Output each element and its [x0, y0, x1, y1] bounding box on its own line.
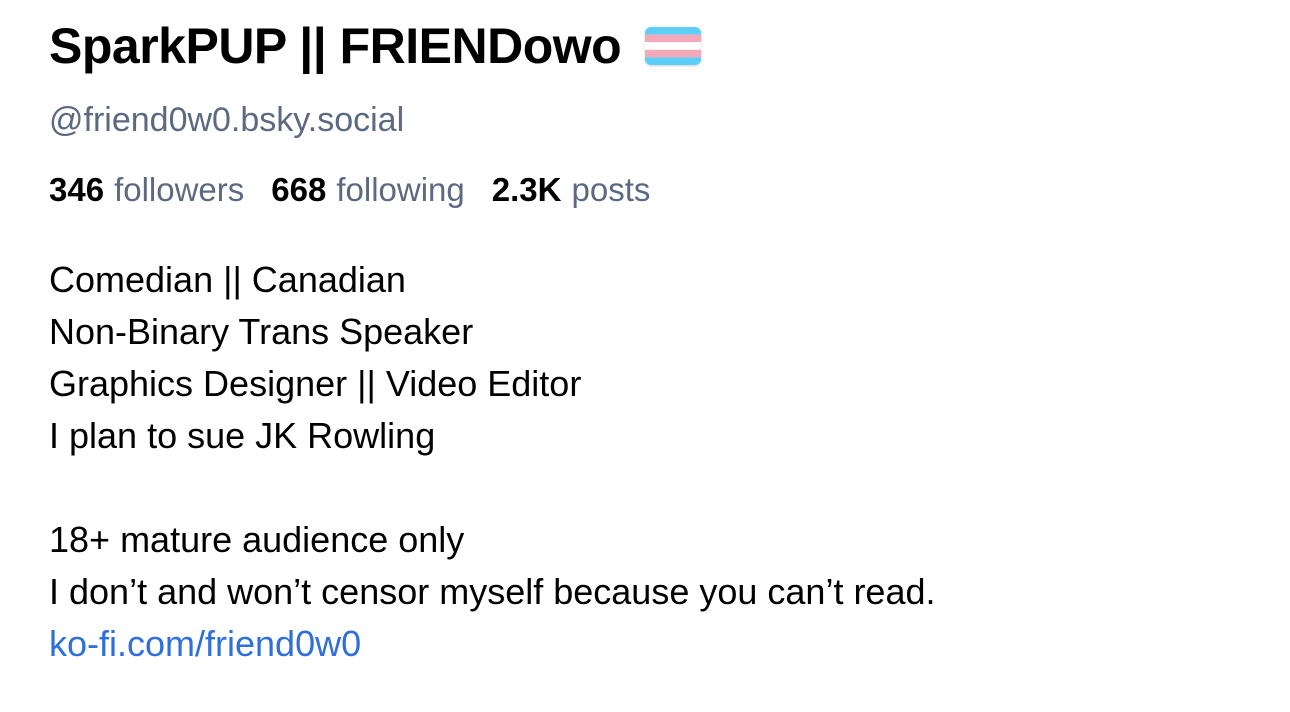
flag-stripe-pink-top	[645, 34, 702, 43]
bio-line: I plan to sue JK Rowling	[49, 415, 436, 456]
followers-stat[interactable]: 346 followers	[49, 169, 244, 211]
bio-line: Graphics Designer || Video Editor	[49, 363, 582, 404]
display-name-row: SparkPUP || FRIENDowo	[49, 14, 702, 78]
bio-line: Comedian || Canadian	[49, 259, 406, 300]
bio-line: Non-Binary Trans Speaker	[49, 311, 474, 352]
following-stat[interactable]: 668 following	[271, 169, 464, 211]
profile-bio: Comedian || Canadian Non-Binary Trans Sp…	[49, 254, 936, 670]
posts-label: posts	[571, 171, 651, 208]
flag-stripe-blue-bottom	[645, 57, 702, 65]
display-name: SparkPUP || FRIENDowo	[49, 18, 622, 74]
flag-stripe-white	[645, 42, 702, 50]
followers-label: followers	[114, 171, 245, 208]
kofi-link[interactable]: ko-fi.com/friend0w0	[49, 618, 936, 670]
profile-handle: @friend0w0.bsky.social	[49, 101, 405, 139]
following-label: following	[336, 171, 465, 208]
profile-stats: 346 followers 668 following 2.3K posts	[49, 169, 677, 211]
transgender-flag-icon	[645, 27, 702, 65]
flag-stripe-blue-top	[645, 27, 702, 35]
posts-count: 2.3K	[491, 171, 562, 208]
flag-stripe-pink-bottom	[645, 49, 702, 58]
bio-line: I don’t and won’t censor myself because …	[49, 571, 936, 612]
bio-line: 18+ mature audience only	[49, 519, 465, 560]
bio-spacer	[49, 462, 936, 514]
profile-header: SparkPUP || FRIENDowo @friend0w0.bsky.so…	[0, 0, 1290, 712]
posts-stat: 2.3K posts	[492, 169, 651, 211]
followers-count: 346	[49, 171, 105, 208]
following-count: 668	[271, 171, 327, 208]
